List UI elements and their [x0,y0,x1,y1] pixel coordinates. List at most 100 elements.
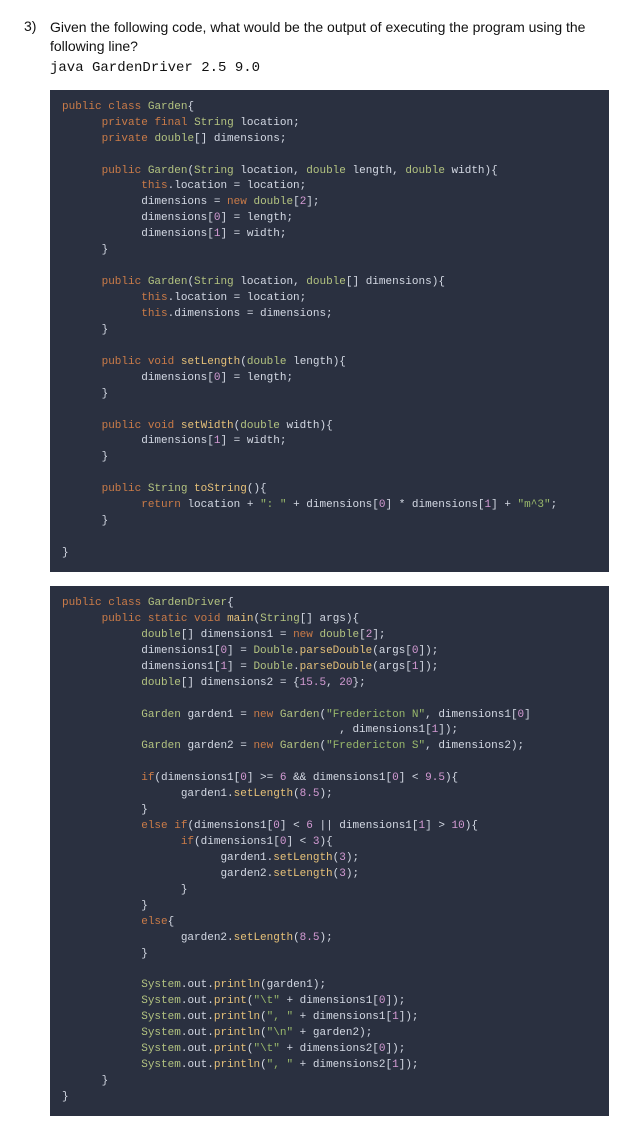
question-prompt: Given the following code, what would be … [50,18,609,56]
code-token-kw: else [141,820,167,832]
code-token-kw: if [181,836,194,848]
code-token-punct: (){ [247,483,267,495]
code-token-id: + dimensions1[ [280,995,379,1007]
code-token-punct: } [102,515,109,527]
code-token-id: , dimensions1[ [425,709,517,721]
code-token-punct: [] [181,677,194,689]
code-token-kw: private [102,133,148,145]
code-token-num: 8.5 [300,932,320,944]
code-token-punct: } [102,324,109,336]
code-token-punct: ){ [445,772,458,784]
code-token-id: + dimensions1[ [293,1011,392,1023]
code-token-punct: ( [333,852,340,864]
code-token-num: 8.5 [300,788,320,800]
code-token-id: + dimensions[ [286,499,378,511]
code-token-id: out. [187,1027,213,1039]
code-token-id: width [452,165,485,177]
code-token-kw: public [62,101,102,113]
code-token-fn: println [214,1027,260,1039]
code-token-id: dimensions1[ [161,772,240,784]
code-token-id: location, [240,165,306,177]
code-token-punct: ); [319,788,332,800]
code-block-garden: public class Garden{ private final Strin… [50,90,609,572]
code-token-id: garden2 = [187,740,253,752]
code-token-kw: class [108,101,141,113]
code-token-type: double [306,165,346,177]
code-token-id: dimensions1 = [201,629,293,641]
code-token-punct: ( [333,868,340,880]
code-token-kw: static [148,613,188,625]
code-token-type: Garden [148,276,188,288]
code-token-type: System [141,995,181,1007]
code-token-id: out. [187,1043,213,1055]
code-token-id: garden1 = [187,709,253,721]
code-token-id: + garden2 [293,1027,359,1039]
code-token-id: || dimensions1[ [313,820,419,832]
code-token-type: double [247,356,287,368]
code-token-punct: } [102,244,109,256]
code-token-punct: ){ [465,820,478,832]
code-token-punct: [ [293,196,300,208]
code-token-num: 9.5 [425,772,445,784]
code-token-id: ] + [491,499,517,511]
code-token-id: ] = [227,645,253,657]
code-token-type: double [405,165,445,177]
code-token-id: + dimensions2[ [280,1043,379,1055]
code-token-num: 0 [392,772,399,784]
code-token-punct: } [141,948,148,960]
code-token-punct: . [181,1011,188,1023]
code-token-id: ] [438,724,445,736]
code-token-str: "Fredericton N" [326,709,425,721]
code-token-id: dimensions1[ [141,645,220,657]
code-token-kw: return [141,499,181,511]
code-token-id: ] [386,1043,393,1055]
code-token-punct: ]; [306,196,319,208]
code-token-punct: . [293,661,300,673]
code-token-fn: println [214,1011,260,1023]
code-token-punct: ( [293,932,300,944]
code-token-id: args[ [379,645,412,657]
code-token-id: garden1. [220,852,273,864]
code-token-str: "Fredericton S" [326,740,425,752]
code-token-punct: [] [300,613,313,625]
code-token-id: ] = [227,661,253,673]
code-token-id: dimensions = dimensions; [174,308,332,320]
code-token-punct: ]; [372,629,385,641]
code-token-punct: [] [346,276,359,288]
code-token-id: length, [353,165,406,177]
code-token-id: garden2. [220,868,273,880]
code-token-type: System [141,1059,181,1071]
code-token-punct: ); [359,1027,372,1039]
code-token-id: out. [187,1059,213,1071]
code-token-str: ", " [267,1059,293,1071]
code-token-kw: class [108,597,141,609]
code-token-type: GardenDriver [148,597,227,609]
code-token-punct: ); [425,661,438,673]
code-token-num: 0 [412,645,419,657]
code-token-kw: public [62,597,102,609]
code-token-kw: this [141,292,167,304]
code-token-id: dimensions1[ [194,820,273,832]
code-token-type: double [240,420,280,432]
code-token-fn: println [214,1059,260,1071]
code-token-id: && dimensions1[ [286,772,392,784]
code-token-id: ] < [280,820,306,832]
code-token-punct: } [62,1091,69,1103]
code-token-kw: final [154,117,187,129]
code-token-kw: this [141,180,167,192]
code-token-num: 0 [280,836,287,848]
code-token-type: double [154,133,194,145]
code-token-punct: } [141,900,148,912]
code-token-punct: ); [445,724,458,736]
code-token-kw: public [102,613,142,625]
code-token-id: ] = width; [220,228,286,240]
code-token-type: Garden [148,101,188,113]
code-token-punct: ( [260,1027,267,1039]
code-token-type: String [260,613,300,625]
code-token-type: String [194,117,234,129]
code-token-num: 0 [379,995,386,1007]
code-token-punct: { [187,101,194,113]
code-token-kw: if [141,772,154,784]
code-token-kw: void [148,420,174,432]
code-token-id: dimensions[ [141,372,214,384]
